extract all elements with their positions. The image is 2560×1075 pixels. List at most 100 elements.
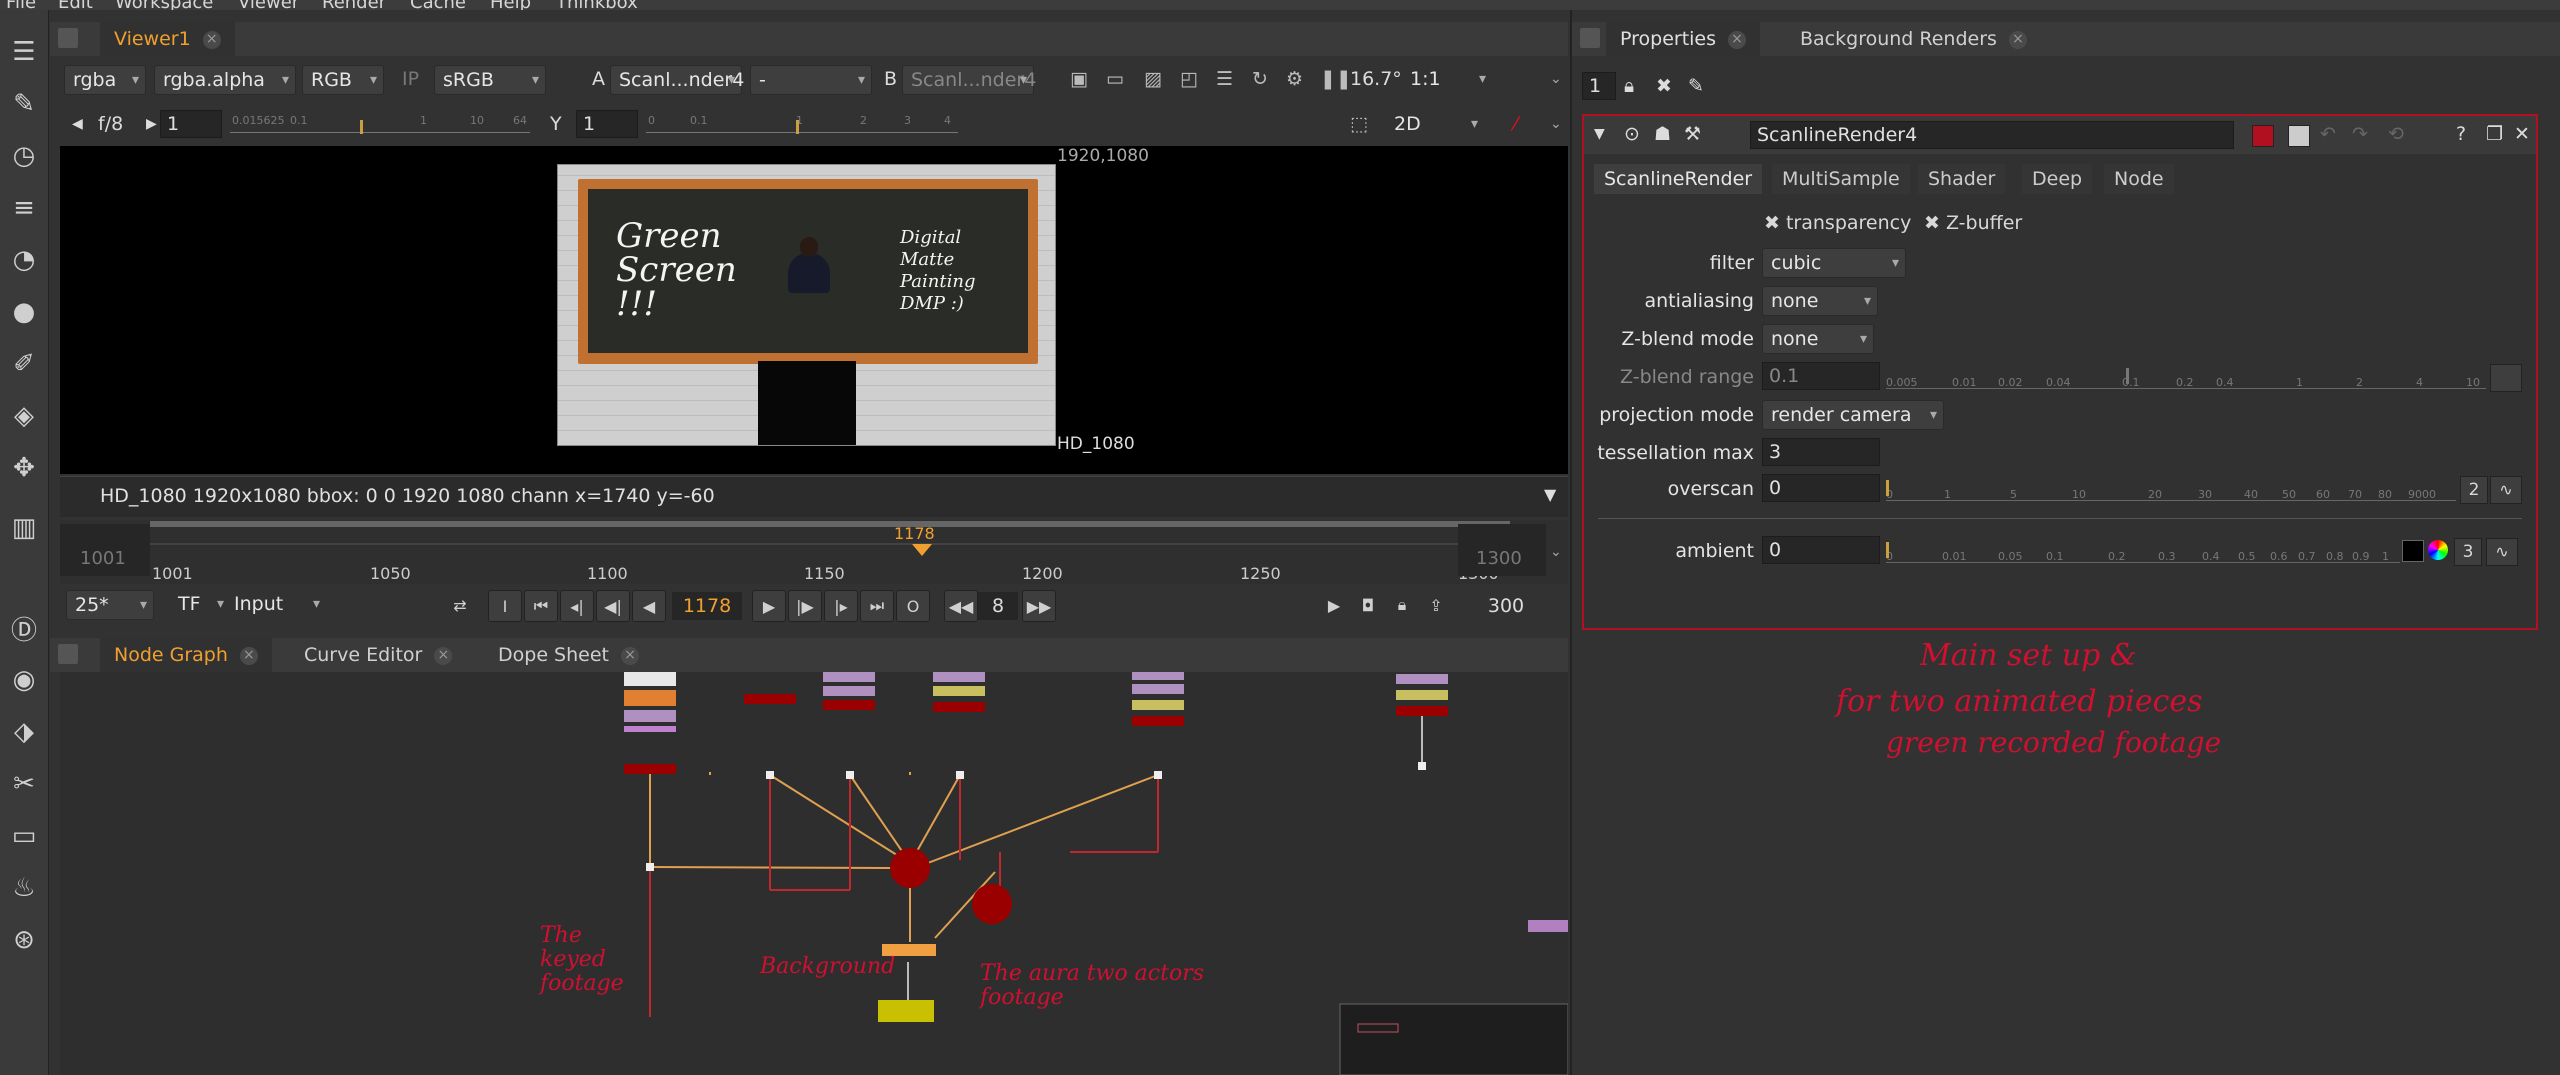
display-dropdown[interactable]: RGB — [302, 65, 384, 95]
ip-button[interactable]: IP — [402, 65, 419, 93]
expand-icon[interactable]: ⌄ — [1550, 544, 1562, 560]
gamma-field[interactable]: 1 — [576, 110, 638, 138]
max-panels-field[interactable]: 1 — [1582, 72, 1616, 100]
tf-dropdown[interactable]: TF — [170, 590, 230, 618]
gamma-slider[interactable]: 0 0.1 1 2 3 4 — [646, 110, 958, 134]
tab-curve-editor[interactable]: Curve Editor × — [290, 638, 466, 672]
skip-forward-icon[interactable]: ▶▶ — [1022, 590, 1056, 622]
redo-icon[interactable]: ↷ — [2352, 120, 2368, 148]
keyer-icon[interactable]: ✐ — [6, 346, 42, 382]
node-graph[interactable] — [60, 672, 1568, 1075]
toolsets-icon[interactable]: ✂ — [6, 766, 42, 802]
slider-handle[interactable] — [1886, 480, 1889, 496]
ratio-dropdown[interactable]: 1:1 — [1402, 65, 1492, 93]
deep-icon[interactable]: Ⓓ — [6, 610, 42, 646]
alpha-channel-dropdown[interactable]: rgba.alpha — [154, 65, 296, 95]
channels-dropdown[interactable]: rgba — [64, 65, 146, 95]
zblend-anim-button[interactable] — [2490, 364, 2522, 392]
node-graph-canvas[interactable]: The keyed footage Background The aura tw… — [60, 672, 1568, 1075]
zoom-value[interactable]: 16.7° — [1350, 65, 1402, 93]
furnace-icon[interactable]: ⊛ — [6, 922, 42, 958]
pencil-icon[interactable]: ✎ — [1688, 72, 1704, 100]
roi-icon[interactable]: ▣ — [1070, 65, 1088, 93]
color-icon[interactable]: ◔ — [6, 242, 42, 278]
timeline-start[interactable]: 1001 — [80, 548, 126, 569]
panel-menu-icon[interactable] — [58, 28, 78, 48]
out-point-button[interactable]: O — [896, 590, 930, 622]
close-icon[interactable]: × — [202, 30, 221, 49]
filter-icon[interactable]: ● — [6, 294, 42, 330]
menu-edit[interactable]: Edit — [58, 0, 93, 10]
last-frame-icon[interactable]: ⏭ — [860, 590, 894, 622]
filter-dropdown[interactable]: cubic — [1762, 248, 1906, 278]
expand-icon[interactable]: ⌄ — [1550, 65, 1562, 93]
capture-icon[interactable]: ◘ — [1352, 590, 1384, 620]
gain-left-icon[interactable]: ◀ — [72, 110, 83, 138]
flipbook-icon[interactable]: ▶ — [1318, 590, 1350, 620]
color-swatch[interactable] — [2402, 540, 2424, 562]
subtab-scanlinerender[interactable]: ScanlineRender — [1594, 164, 1763, 194]
view-mode-dropdown[interactable]: 2D — [1386, 110, 1484, 138]
overscan-channels-button[interactable]: 2 — [2460, 476, 2488, 504]
zbuffer-checkbox[interactable]: ✖ Z-buffer — [1924, 212, 2022, 234]
subtab-node[interactable]: Node — [2104, 164, 2174, 194]
play-backward-icon[interactable]: ◀ — [632, 590, 666, 622]
node-color-swatch[interactable] — [2252, 125, 2274, 147]
panel-menu-icon[interactable] — [1580, 28, 1600, 48]
prev-frame-icon[interactable]: ◀| — [596, 590, 630, 622]
node-name-field[interactable]: ScanlineRender4 — [1750, 121, 2234, 149]
viewer-canvas[interactable]: 1920,1080 HD_1080 Green Screen !!! Digit… — [60, 146, 1568, 474]
frame-field[interactable]: 1178 — [672, 592, 742, 620]
settings-icon[interactable]: ⚙ — [1286, 65, 1303, 93]
skip-back-icon[interactable]: ◀◀ — [944, 590, 978, 622]
paint-stroke-icon[interactable]: ⁄ — [1514, 110, 1517, 138]
checker-icon[interactable]: ▨ — [1144, 65, 1162, 93]
loop-icon[interactable]: ⇄ — [444, 590, 476, 620]
slider-handle[interactable] — [2126, 368, 2129, 384]
center-node-icon[interactable]: ☗ — [1654, 120, 1671, 148]
gain-field[interactable]: 1 — [160, 110, 222, 138]
menu-viewer[interactable]: Viewer — [238, 0, 299, 10]
collapse-icon[interactable]: ▼ — [1594, 120, 1605, 148]
views-icon[interactable]: ◉ — [6, 662, 42, 698]
ambient-channels-button[interactable]: 3 — [2454, 538, 2482, 566]
playhead-icon[interactable] — [912, 544, 932, 556]
close-icon[interactable]: × — [620, 646, 639, 665]
close-icon[interactable]: ✕ — [2514, 120, 2530, 148]
node-color-picker[interactable] — [2288, 125, 2310, 147]
close-icon[interactable]: × — [239, 646, 258, 665]
in-point-button[interactable]: I — [488, 590, 522, 622]
next-frame-icon[interactable]: |▶ — [788, 590, 822, 622]
tab-viewer1[interactable]: Viewer1 × — [100, 22, 235, 56]
time-icon[interactable]: ◷ — [6, 138, 42, 174]
tab-background-renders[interactable]: Background Renders × — [1786, 22, 2041, 56]
increment-field[interactable]: 8 — [978, 592, 1018, 620]
next-key-icon[interactable]: |▸ — [824, 590, 858, 622]
menu-thinkbox[interactable]: Thinkbox — [556, 0, 638, 10]
timeline-end[interactable]: 1300 — [1476, 548, 1522, 569]
fps-dropdown[interactable]: 25* — [66, 590, 154, 620]
merge-op-dropdown[interactable]: - — [750, 65, 872, 95]
menu-help[interactable]: Help — [490, 0, 531, 10]
subtab-shader[interactable]: Shader — [1918, 164, 2006, 194]
lut-dropdown[interactable]: sRGB — [434, 65, 546, 95]
lock-icon[interactable]: 🔒︎ — [1386, 590, 1418, 620]
tessellation-max-field[interactable]: 3 — [1762, 438, 1880, 466]
overscan-slider[interactable]: 0 1 5 10 20 30 40 50 60 70 80 9000 — [1886, 474, 2456, 501]
3d-icon[interactable]: ▥ — [6, 510, 42, 546]
undo-icon[interactable]: ↶ — [2320, 120, 2336, 148]
menu-file[interactable]: File — [6, 0, 36, 10]
input-a-dropdown[interactable]: Scanl...nder4 — [610, 65, 744, 95]
gain-slider[interactable]: 0.015625 0.1 1 10 64 — [230, 110, 530, 134]
zblend-mode-dropdown[interactable]: none — [1762, 324, 1874, 354]
zblend-range-field[interactable]: 0.1 — [1762, 362, 1880, 390]
help-icon[interactable]: ? — [2456, 120, 2466, 148]
transform-icon[interactable]: ✥ — [6, 450, 42, 486]
float-icon[interactable]: ❐ — [2486, 120, 2503, 148]
ambient-field[interactable]: 0 — [1762, 536, 1880, 564]
panel-menu-icon[interactable] — [58, 644, 78, 664]
info-expand-icon[interactable]: ▼ — [1544, 485, 1556, 504]
tool-icon[interactable]: ⚒ — [1684, 120, 1701, 148]
subtab-deep[interactable]: Deep — [2022, 164, 2093, 194]
antialiasing-dropdown[interactable]: none — [1762, 286, 1878, 316]
